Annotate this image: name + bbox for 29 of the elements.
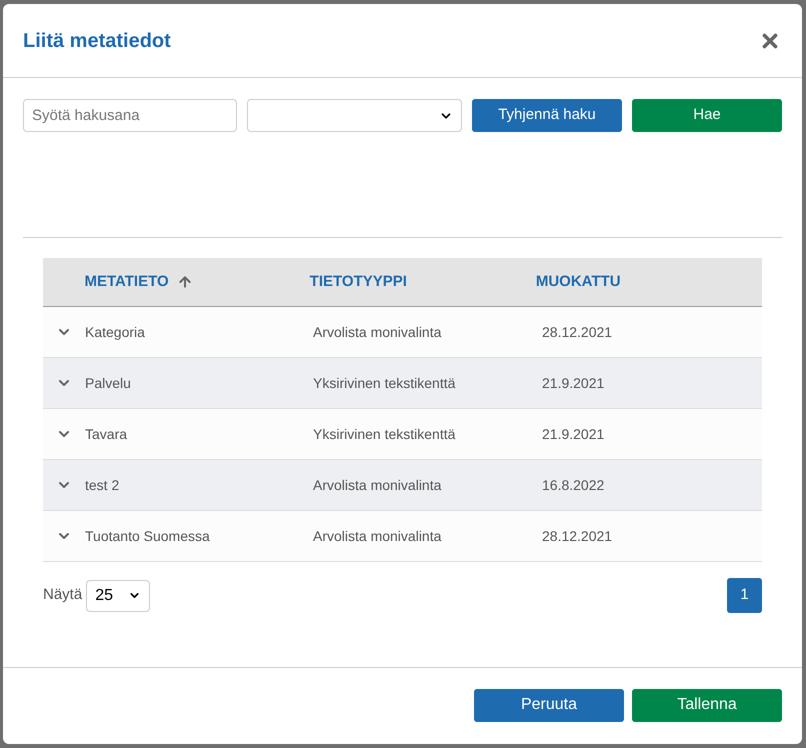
table-row[interactable]: Palvelu Yksirivinen tekstikenttä 21.9.2021	[43, 358, 762, 409]
cancel-button[interactable]: Peruuta	[474, 688, 624, 722]
table-cell: Arvolista monivalinta	[313, 476, 442, 492]
table-cell: Arvolista monivalinta	[313, 324, 442, 340]
table-cell: test 2	[85, 476, 120, 492]
column-header[interactable]: METATIETO	[84, 270, 193, 294]
page-size-label: Näytä	[43, 585, 82, 606]
save-button[interactable]: Tallenna	[632, 688, 782, 722]
table-cell: Palvelu	[85, 374, 131, 390]
table-cell: 21.9.2021	[542, 374, 604, 390]
search-button[interactable]: Hae	[632, 99, 782, 132]
table-cell: Yksirivinen tekstikenttä	[313, 426, 456, 442]
table-cell: 28.12.2021	[542, 324, 612, 340]
column-header[interactable]: TIETOTYYPPI	[310, 270, 407, 294]
dialog-title: Liitä metatiedot	[23, 28, 171, 54]
table-cell: Tavara	[85, 426, 128, 442]
table-row[interactable]: test 2 Arvolista monivalinta 16.8.2022	[43, 460, 762, 511]
table-cell: 16.8.2022	[542, 476, 604, 492]
table-cell: Kategoria	[85, 324, 145, 340]
table-cell: Yksirivinen tekstikenttä	[313, 374, 456, 390]
table-cell: 28.12.2021	[542, 528, 612, 544]
table-cell: 21.9.2021	[542, 426, 604, 442]
table-cell: Arvolista monivalinta	[313, 528, 442, 544]
column-header[interactable]: MUOKATTU	[536, 270, 621, 294]
clear-search-button[interactable]: Tyhjennä haku	[472, 99, 622, 132]
table-cell: Tuotanto Suomessa	[85, 528, 210, 544]
page-button[interactable]: 1	[727, 578, 762, 613]
page-size-select[interactable]: 25	[86, 580, 150, 612]
search-field[interactable]: Syötä hakusana	[23, 99, 237, 132]
